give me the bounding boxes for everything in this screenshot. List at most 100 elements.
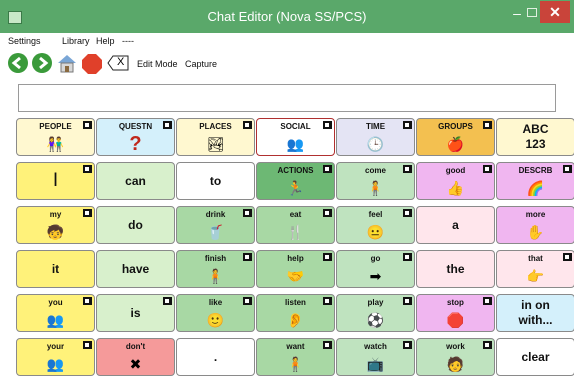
menu-settings[interactable]: Settings: [8, 36, 41, 46]
vocab-button-i[interactable]: I: [16, 162, 95, 200]
folder-link-icon: [563, 253, 572, 261]
message-bar[interactable]: [18, 84, 556, 112]
vocab-button-a[interactable]: a: [416, 206, 495, 244]
vocab-button-eat[interactable]: eat 🍴: [256, 206, 335, 244]
edit-mode-button[interactable]: Edit Mode: [137, 59, 178, 69]
symbol-icon: 🧑: [446, 356, 465, 372]
title-bar: Chat Editor (Nova SS/PCS) – ✕: [0, 0, 574, 33]
vocab-button-more[interactable]: more ✋: [496, 206, 574, 244]
minimize-button[interactable]: –: [508, 4, 526, 24]
vocab-button-[interactable]: .: [176, 338, 255, 376]
vocab-button-clear[interactable]: clear: [496, 338, 574, 376]
vocab-button-abc-123[interactable]: ABC 123: [496, 118, 574, 156]
folder-link-icon: [403, 209, 412, 217]
clear-text-button[interactable]: X: [107, 55, 129, 71]
vocab-button-can[interactable]: can: [96, 162, 175, 200]
vocab-button-drink[interactable]: drink 🥤: [176, 206, 255, 244]
folder-link-icon: [83, 121, 92, 129]
folder-link-icon: [243, 121, 252, 129]
symbol-icon: 👍: [446, 180, 465, 196]
folder-link-icon: [403, 253, 412, 261]
symbol-icon: 👉: [526, 268, 545, 284]
back-button[interactable]: [8, 53, 28, 73]
vocab-button-play[interactable]: play ⚽: [336, 294, 415, 332]
vocab-button-label: in on with...: [518, 298, 553, 327]
folder-link-icon: [563, 165, 572, 173]
vocab-button-have[interactable]: have: [96, 250, 175, 288]
vocab-button-label: clear: [521, 350, 550, 364]
vocab-button-time[interactable]: TIME 🕒: [336, 118, 415, 156]
folder-link-icon: [403, 165, 412, 173]
vocab-button-actions[interactable]: ACTIONS 🏃: [256, 162, 335, 200]
symbol-icon: 🧒: [46, 224, 65, 240]
symbol-icon: 🏃: [286, 180, 305, 196]
window-title: Chat Editor (Nova SS/PCS): [207, 9, 367, 24]
close-button[interactable]: ✕: [540, 1, 570, 23]
vocab-button-work[interactable]: work 🧑: [416, 338, 495, 376]
vocab-button-you[interactable]: you 👥: [16, 294, 95, 332]
folder-link-icon: [323, 209, 332, 217]
vocab-button-watch[interactable]: watch 📺: [336, 338, 415, 376]
vocab-button-your[interactable]: your 👥: [16, 338, 95, 376]
vocab-button-want[interactable]: want 🧍: [256, 338, 335, 376]
vocab-button-label: more: [525, 210, 546, 219]
folder-link-icon: [323, 121, 332, 129]
home-button[interactable]: [56, 53, 76, 73]
symbol-icon: 🌈: [526, 180, 545, 196]
symbol-icon: 🕒: [366, 136, 385, 152]
vocab-button-come[interactable]: come 🧍: [336, 162, 415, 200]
symbol-icon: 🍎: [446, 136, 465, 152]
vocab-button-don-t[interactable]: don't ✖: [96, 338, 175, 376]
vocab-button-that[interactable]: that 👉: [496, 250, 574, 288]
vocab-button-like[interactable]: like 🙂: [176, 294, 255, 332]
symbol-icon: 🏞: [206, 136, 225, 152]
menu-library[interactable]: Library: [62, 36, 90, 46]
vocab-button-label: .: [213, 350, 218, 364]
stop-sign-icon: [82, 54, 102, 74]
vocab-button-questn[interactable]: QUESTN?: [96, 118, 175, 156]
folder-link-icon: [163, 121, 172, 129]
vocab-button-good[interactable]: good 👍: [416, 162, 495, 200]
folder-link-icon: [83, 165, 92, 173]
vocab-button-listen[interactable]: listen 👂: [256, 294, 335, 332]
symbol-icon: ⚽: [366, 312, 385, 328]
symbol-icon: 🧍: [286, 356, 305, 372]
symbol-icon: 👥: [286, 136, 305, 152]
symbol-icon: ✋: [526, 224, 545, 240]
vocab-button-feel[interactable]: feel 😐: [336, 206, 415, 244]
vocab-button-do[interactable]: do: [96, 206, 175, 244]
folder-link-icon: [483, 165, 492, 173]
vocab-button-it[interactable]: it: [16, 250, 95, 288]
vocab-button-social[interactable]: SOCIAL 👥: [256, 118, 335, 156]
vocab-button-finish[interactable]: finish 🧍: [176, 250, 255, 288]
folder-link-icon: [323, 253, 332, 261]
folder-link-icon: [483, 341, 492, 349]
vocab-button-stop[interactable]: stop 🛑: [416, 294, 495, 332]
vocab-button-go[interactable]: go ➡: [336, 250, 415, 288]
vocabulary-grid: PEOPLE 👫 QUESTN? PLACES 🏞 SOCIAL 👥 TIME 🕒 GROUPS 🍎…: [16, 118, 574, 381]
symbol-icon: 🙂: [206, 312, 225, 328]
capture-button[interactable]: Capture: [185, 59, 217, 69]
vocab-button-my[interactable]: my 🧒: [16, 206, 95, 244]
vocab-button-descrb[interactable]: DESCRB 🌈: [496, 162, 574, 200]
stop-button[interactable]: [81, 53, 102, 74]
menu-bar: Settings Library Help ----: [0, 33, 574, 49]
vocab-button-the[interactable]: the: [416, 250, 495, 288]
vocab-button-label: a: [452, 218, 459, 232]
vocab-button-help[interactable]: help 🤝: [256, 250, 335, 288]
forward-button[interactable]: [32, 53, 52, 73]
symbol-icon: 🍴: [286, 224, 305, 240]
vocab-button-label: it: [51, 262, 60, 276]
vocab-button-in-on-with[interactable]: in on with...: [496, 294, 574, 332]
folder-link-icon: [323, 341, 332, 349]
vocab-button-is[interactable]: is: [96, 294, 175, 332]
maximize-button[interactable]: [527, 8, 537, 17]
vocab-button-places[interactable]: PLACES 🏞: [176, 118, 255, 156]
vocab-button-groups[interactable]: GROUPS 🍎: [416, 118, 495, 156]
symbol-icon: 🧍: [366, 180, 385, 196]
vocab-button-people[interactable]: PEOPLE 👫: [16, 118, 95, 156]
arrow-right-icon: [39, 56, 49, 70]
vocab-button-label: the: [446, 262, 465, 276]
menu-help[interactable]: Help: [96, 36, 115, 46]
vocab-button-to[interactable]: to: [176, 162, 255, 200]
